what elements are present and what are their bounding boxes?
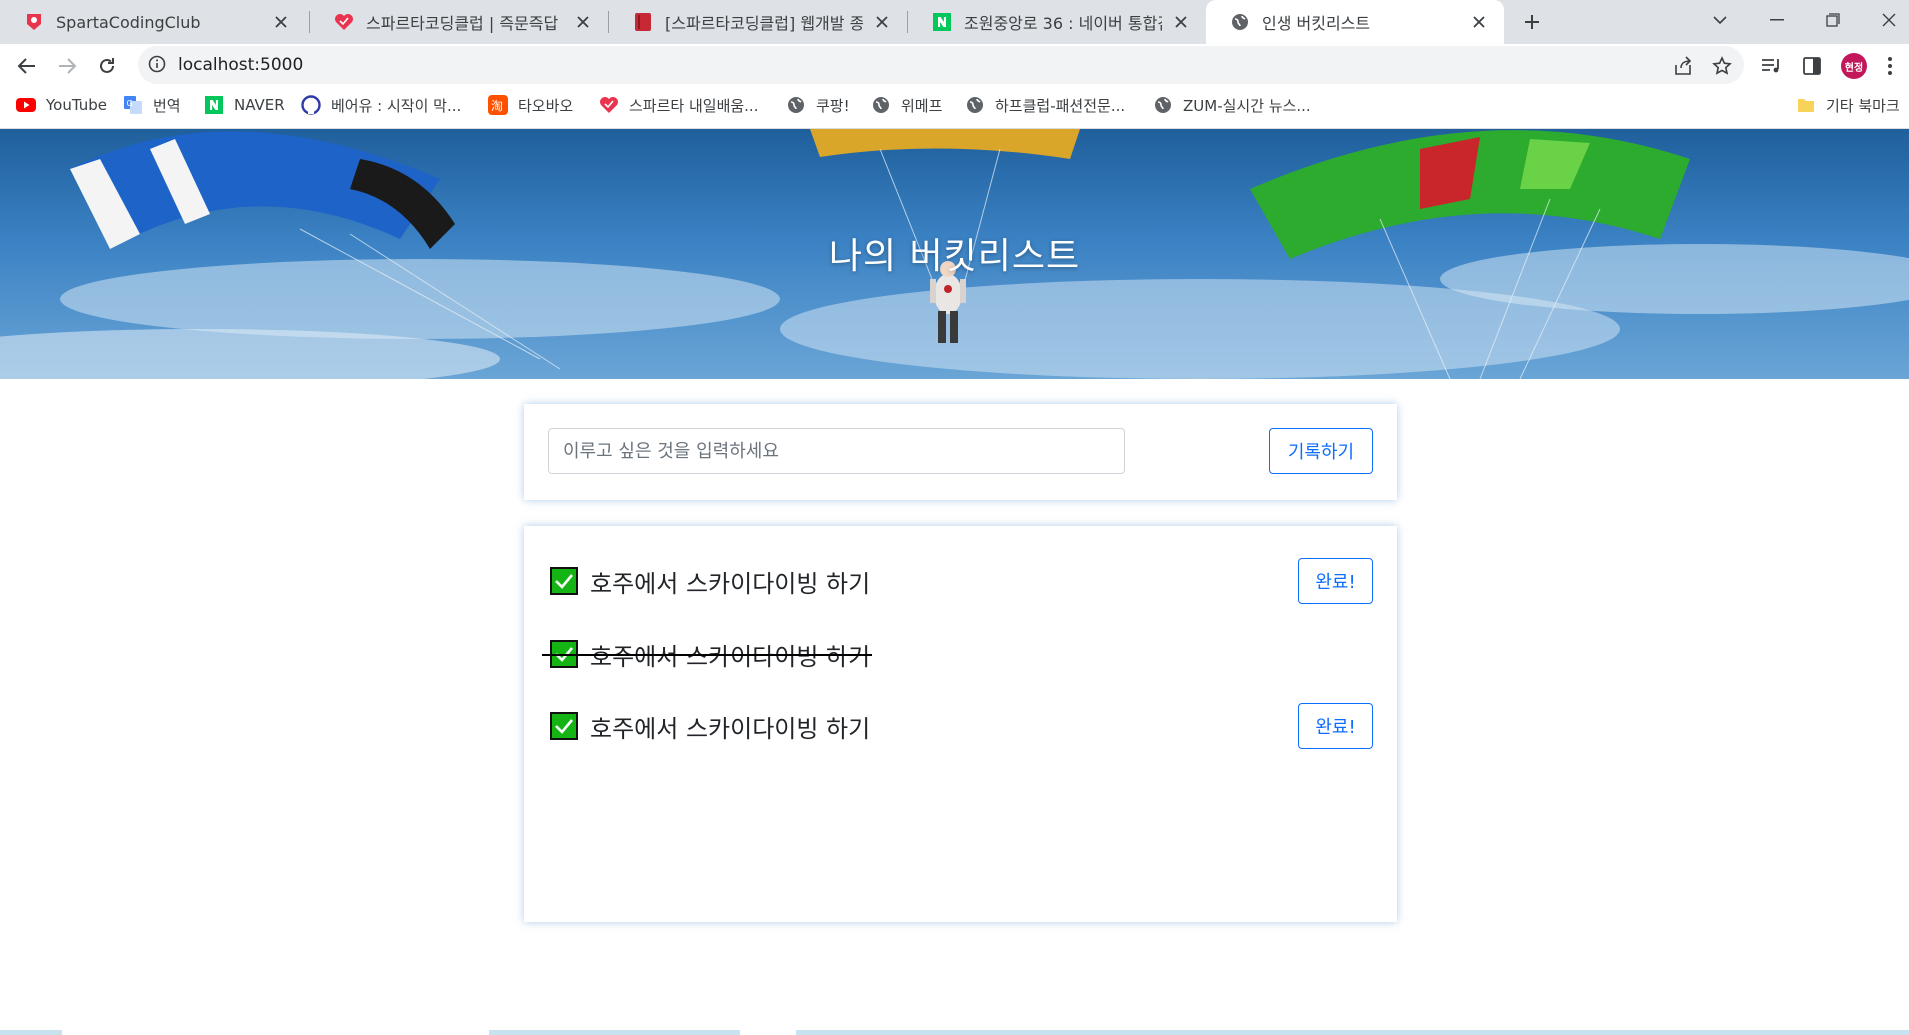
bucket-list-item: 호주에서 스카이다이빙 하기	[550, 706, 870, 746]
profile-avatar[interactable]: 현정	[1841, 53, 1867, 79]
share-icon[interactable]	[1670, 53, 1696, 79]
tab-title: 인생 버킷리스트	[1262, 14, 1371, 33]
taskbar-segment	[62, 1030, 489, 1035]
naver-icon	[204, 95, 224, 115]
bucket-item-text: 호주에서 스카이다이빙 하기	[590, 714, 871, 743]
tab-spartacodingclub[interactable]: SpartaCodingClub	[0, 0, 306, 44]
close-icon[interactable]	[270, 11, 292, 33]
close-icon[interactable]	[871, 11, 893, 33]
bookmark-naver[interactable]: NAVER	[204, 92, 285, 118]
globe-icon	[786, 95, 806, 115]
folder-icon	[1796, 95, 1816, 115]
bookmark-taobao[interactable]: 淘 타오바오	[488, 92, 573, 118]
window-close-icon[interactable]	[1864, 0, 1909, 40]
bookmark-label: 하프클럽-패션전문...	[995, 96, 1126, 115]
bookmark-label: NAVER	[234, 96, 285, 114]
bookmark-wemakeprice[interactable]: 위메프	[871, 92, 942, 118]
bookmark-label: 쿠팡!	[816, 96, 850, 115]
bookmark-translate[interactable]: G 번역	[123, 92, 181, 118]
svg-text:G: G	[127, 99, 133, 108]
address-bar[interactable]: localhost:5000	[138, 46, 1744, 84]
close-icon[interactable]	[1468, 11, 1490, 33]
bucket-list-card: 호주에서 스카이다이빙 하기 완료! 호주에서 스카이다이빙 하기 호주에서 스…	[524, 526, 1397, 922]
minimize-icon[interactable]	[1752, 0, 1802, 40]
sparta-heart-icon	[599, 95, 619, 115]
bookmark-star-icon[interactable]	[1709, 53, 1735, 79]
bookmark-label: 타오바오	[518, 96, 574, 115]
tab-title: [스파르타코딩클럽] 웹개발 종합	[665, 14, 863, 33]
bookmark-label: ZUM-실시간 뉴스...	[1183, 96, 1311, 115]
restore-icon[interactable]	[1808, 0, 1858, 40]
bookmark-sparta-tomorrow[interactable]: 스파르타 내일배움...	[599, 92, 758, 118]
back-arrow-icon[interactable]	[12, 51, 42, 81]
youtube-icon	[16, 95, 36, 115]
taobao-icon: 淘	[488, 95, 508, 115]
bookmarks-bar: YouTube G 번역 NAVER 베어유 : 시작이 막... 淘 타오바오…	[0, 92, 1909, 118]
media-queue-icon[interactable]	[1759, 53, 1785, 79]
bookmark-halfclub[interactable]: 하프클럽-패션전문...	[965, 92, 1125, 118]
bucket-list-item-done: 호주에서 스카이다이빙 하기	[542, 634, 873, 674]
side-panel-icon[interactable]	[1799, 53, 1825, 79]
bookmark-label: YouTube	[46, 96, 107, 114]
tab-sparta-qna[interactable]: 스파르타코딩클럽 | 즉문즉답	[310, 0, 608, 44]
checkmark-icon	[550, 567, 578, 595]
tab-title: SpartaCodingClub	[56, 12, 201, 32]
bookmark-coupang[interactable]: 쿠팡!	[786, 92, 850, 118]
book-icon	[633, 12, 653, 32]
page: 나의 버킷리스트 기록하기 호주에서 스카이다이빙 하기 완료! 호주에서 스카…	[0, 129, 1909, 1035]
tab-bucketlist[interactable]: 인생 버킷리스트	[1206, 0, 1504, 44]
globe-icon	[871, 95, 891, 115]
hero-banner: 나의 버킷리스트	[0, 129, 1909, 379]
tab-naver-search[interactable]: 조원중앙로 36 : 네이버 통합검색	[908, 0, 1206, 44]
strikethrough-line	[542, 654, 873, 656]
bookmark-other[interactable]: 기타 북마크	[1796, 92, 1900, 118]
svg-text:淘: 淘	[491, 99, 503, 113]
sparta-shield-icon	[24, 12, 44, 32]
globe-icon	[1153, 95, 1173, 115]
bookmark-label: 기타 북마크	[1826, 96, 1900, 115]
translate-icon: G	[123, 95, 143, 115]
close-icon[interactable]	[572, 11, 594, 33]
tab-search-chevron-icon[interactable]	[1695, 0, 1745, 40]
bucket-item-text: 호주에서 스카이다이빙 하기	[590, 569, 871, 598]
page-title: 나의 버킷리스트	[828, 236, 1081, 277]
sparta-heart-icon	[334, 12, 354, 32]
close-icon[interactable]	[1170, 11, 1192, 33]
reload-icon[interactable]	[92, 51, 122, 81]
taskbar-edge	[0, 1030, 1909, 1035]
checkmark-icon	[550, 712, 578, 740]
forward-arrow-icon[interactable]	[52, 51, 82, 81]
bearu-icon	[301, 95, 321, 115]
globe-icon	[965, 95, 985, 115]
bookmark-bearu[interactable]: 베어유 : 시작이 막...	[301, 92, 461, 118]
bucket-input[interactable]	[548, 428, 1125, 474]
new-tab-button[interactable]	[1519, 9, 1545, 35]
bookmark-label: 위메프	[901, 96, 943, 115]
tab-title: 조원중앙로 36 : 네이버 통합검색	[964, 14, 1162, 33]
tab-strip: SpartaCodingClub 스파르타코딩클럽 | 즉문즉답 [스파르타코딩…	[0, 0, 1909, 44]
site-info-icon[interactable]	[148, 55, 168, 75]
tab-sparta-web[interactable]: [스파르타코딩클럽] 웹개발 종합	[609, 0, 907, 44]
bookmark-label: 베어유 : 시작이 막...	[331, 96, 462, 115]
taskbar-segment	[740, 1030, 796, 1035]
more-menu-icon[interactable]	[1884, 53, 1896, 79]
save-button[interactable]: 기록하기	[1269, 428, 1373, 474]
bookmark-zum[interactable]: ZUM-실시간 뉴스...	[1153, 92, 1311, 118]
globe-icon	[1230, 12, 1250, 32]
bookmark-youtube[interactable]: YouTube	[16, 92, 107, 118]
url-text: localhost:5000	[178, 55, 304, 75]
bookmark-label: 스파르타 내일배움...	[629, 96, 759, 115]
done-button[interactable]: 완료!	[1298, 558, 1373, 604]
bucket-list-item: 호주에서 스카이다이빙 하기	[550, 561, 870, 601]
done-button[interactable]: 완료!	[1298, 703, 1373, 749]
bookmark-label: 번역	[153, 96, 181, 115]
naver-icon	[932, 12, 952, 32]
bucket-form-card: 기록하기	[524, 404, 1397, 500]
tab-title: 스파르타코딩클럽 | 즉문즉답	[366, 14, 559, 33]
